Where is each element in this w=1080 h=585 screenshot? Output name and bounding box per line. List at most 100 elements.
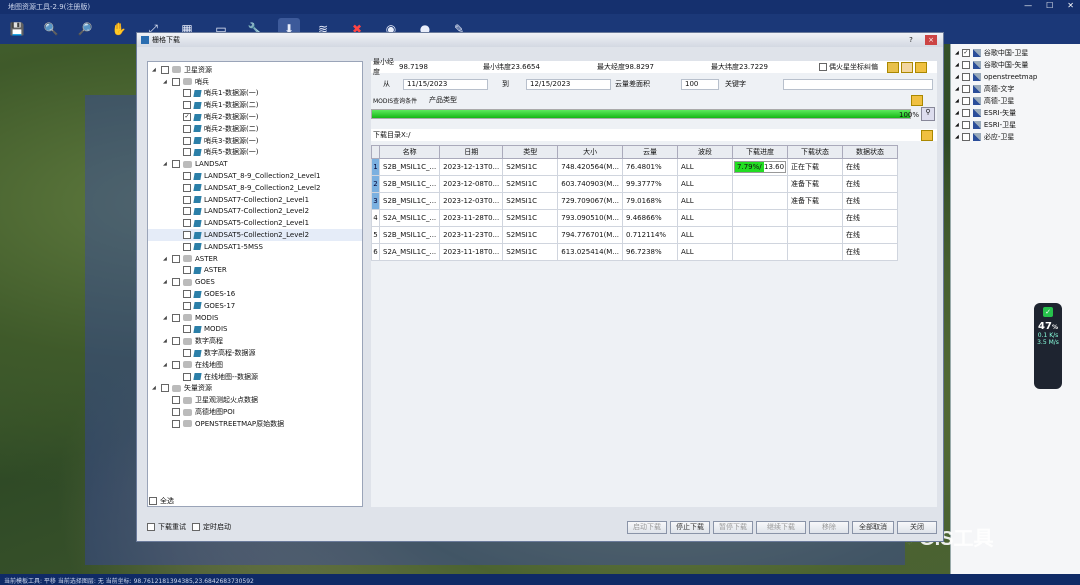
expand-arrow-icon[interactable]: ◢	[163, 279, 169, 285]
from-date-input[interactable]: 11/15/2023	[403, 78, 488, 90]
tree-node[interactable]: 哨兵5-数据源(一)	[148, 147, 362, 159]
layer-item[interactable]: ◢ 谷歌中国-矢量	[951, 59, 1080, 71]
tree-node[interactable]: 卫星观测起火点数据	[148, 394, 362, 406]
column-header[interactable]: 名称	[378, 145, 441, 159]
tree-checkbox[interactable]	[183, 172, 191, 181]
tree-node[interactable]: 数字高程-数据源	[148, 347, 362, 359]
zoom-out-icon[interactable]: 🔎	[74, 18, 96, 40]
table-row[interactable]: 6 S2A_MSIL1C_... 2023-11-18T0... S2MSI1C 613…	[371, 243, 899, 261]
tree-node[interactable]: ◢ ASTER	[148, 253, 362, 265]
expand-arrow-icon[interactable]: ◢	[163, 256, 169, 262]
table-row[interactable]: 3 S2B_MSIL1C_... 2023-12-03T0... S2MSI1C 729…	[371, 192, 899, 210]
tree-node[interactable]: ◢ 卫星资源	[148, 64, 362, 76]
tree-checkbox[interactable]	[183, 301, 191, 310]
tree-node[interactable]: ✓ 哨兵2-数据源(一)	[148, 111, 362, 123]
folder-icon[interactable]	[915, 61, 927, 73]
tree-checkbox[interactable]	[183, 207, 191, 216]
expand-arrow-icon[interactable]: ◢	[955, 86, 959, 92]
expand-arrow-icon[interactable]: ◢	[955, 98, 959, 104]
table-row[interactable]: 2 S2B_MSIL1C_... 2023-12-08T0... S2MSI1C 603…	[371, 175, 899, 193]
retry-checkbox[interactable]	[147, 523, 155, 531]
tree-node[interactable]: GOES-17	[148, 300, 362, 312]
row-number[interactable]: 6	[371, 243, 380, 261]
tree-checkbox[interactable]	[183, 183, 191, 192]
layer-item[interactable]: ◢ 高德-卫星	[951, 95, 1080, 107]
expand-arrow-icon[interactable]: ◢	[163, 362, 169, 368]
layer-item[interactable]: ◢ 必应-卫星	[951, 131, 1080, 143]
row-number[interactable]: 1	[371, 158, 380, 176]
tree-checkbox[interactable]	[161, 65, 169, 74]
expand-arrow-icon[interactable]: ◢	[955, 122, 959, 128]
table-row[interactable]: 1 S2B_MSIL1C_... 2023-12-13T0... S2MSI1C 748…	[371, 158, 899, 176]
tree-node[interactable]: LANDSAT5-Collection2_Level2	[148, 229, 362, 241]
tree-node[interactable]: ◢ GOES	[148, 276, 362, 288]
expand-arrow-icon[interactable]: ◢	[955, 50, 959, 56]
select-all-checkbox[interactable]	[149, 497, 157, 505]
tree-node[interactable]: LANDSAT5-Collection2_Level1	[148, 217, 362, 229]
start-download-button[interactable]: 启动下载	[627, 520, 667, 534]
tree-node[interactable]: 在线地图--数据源	[148, 371, 362, 383]
zoom-in-icon[interactable]: 🔍	[40, 18, 62, 40]
maximize-icon[interactable]: ☐	[1046, 1, 1053, 10]
to-date-input[interactable]: 12/15/2023	[526, 78, 611, 90]
resume-download-button[interactable]: 继续下载	[756, 520, 806, 534]
bbox-pick-icon[interactable]	[887, 61, 899, 73]
minimize-icon[interactable]: —	[1024, 1, 1032, 10]
layer-checkbox[interactable]	[961, 121, 970, 129]
save-icon[interactable]: 💾	[6, 18, 28, 40]
stop-download-button[interactable]: 停止下载	[670, 520, 710, 534]
layer-item[interactable]: ◢ ESRI-矢量	[951, 107, 1080, 119]
column-header[interactable]: 下载状态	[787, 145, 844, 159]
tree-node[interactable]: LANDSAT_8-9_Collection2_Level2	[148, 182, 362, 194]
tree-checkbox[interactable]	[172, 313, 180, 322]
tree-node[interactable]: ◢ 在线地图	[148, 359, 362, 371]
column-header[interactable]: 云量	[622, 145, 679, 159]
tree-node[interactable]: 哨兵2-数据源(二)	[148, 123, 362, 135]
layer-checkbox[interactable]	[961, 97, 970, 105]
min-lon-value[interactable]: 98.7198	[399, 63, 483, 71]
tree-node[interactable]: 高德地图POI	[148, 406, 362, 418]
tree-checkbox[interactable]	[172, 77, 180, 86]
tree-node[interactable]: ◢ 数字高程	[148, 335, 362, 347]
tree-node[interactable]: ASTER	[148, 265, 362, 277]
tree-node[interactable]: MODIS	[148, 324, 362, 336]
tree-checkbox[interactable]	[161, 384, 169, 393]
tree-checkbox[interactable]	[183, 242, 191, 251]
select-all[interactable]: 全选	[147, 495, 174, 507]
tree-checkbox[interactable]	[183, 136, 191, 145]
dir-input[interactable]: X:/	[401, 131, 921, 139]
tree-node[interactable]: 哨兵3-数据源(一)	[148, 135, 362, 147]
column-header[interactable]: 日期	[439, 145, 504, 159]
column-header[interactable]: 大小	[557, 145, 624, 159]
cancel-all-button[interactable]: 全部取消	[852, 520, 894, 534]
column-header[interactable]: 下载进度	[732, 145, 789, 159]
tree-node[interactable]: GOES-16	[148, 288, 362, 300]
tree-checkbox[interactable]: ✓	[183, 113, 191, 122]
tree-node[interactable]: LANDSAT_8-9_Collection2_Level1	[148, 170, 362, 182]
cloud-input[interactable]: 100	[681, 78, 719, 90]
clear-bbox-icon[interactable]	[901, 61, 913, 73]
query-folder-icon[interactable]	[911, 94, 923, 106]
expand-arrow-icon[interactable]: ◢	[163, 79, 169, 85]
row-number[interactable]: 2	[371, 175, 380, 193]
help-icon[interactable]: ?	[905, 35, 917, 45]
tree-checkbox[interactable]	[172, 396, 180, 405]
layer-checkbox[interactable]	[961, 109, 970, 117]
tree-node[interactable]: 哨兵1-数据源(二)	[148, 99, 362, 111]
remove-button[interactable]: 移除	[809, 520, 849, 534]
expand-arrow-icon[interactable]: ◢	[955, 74, 959, 80]
column-header[interactable]: 波段	[677, 145, 734, 159]
column-header[interactable]: 类型	[502, 145, 559, 159]
tree-node[interactable]: ◢ 矢量资源	[148, 383, 362, 395]
expand-arrow-icon[interactable]: ◢	[152, 385, 158, 391]
min-lat-value[interactable]: 23.6654	[511, 63, 597, 71]
tree-node[interactable]: ◢ LANDSAT	[148, 158, 362, 170]
tree-checkbox[interactable]	[183, 101, 191, 110]
column-header[interactable]: 数据状态	[842, 145, 899, 159]
max-lon-value[interactable]: 98.8297	[625, 63, 711, 71]
tree-checkbox[interactable]	[172, 419, 180, 428]
keyword-input[interactable]	[783, 78, 933, 90]
expand-arrow-icon[interactable]: ◢	[955, 110, 959, 116]
tree-checkbox[interactable]	[183, 195, 191, 204]
layer-item[interactable]: ◢ ✓ 谷歌中国-卫星	[951, 47, 1080, 59]
